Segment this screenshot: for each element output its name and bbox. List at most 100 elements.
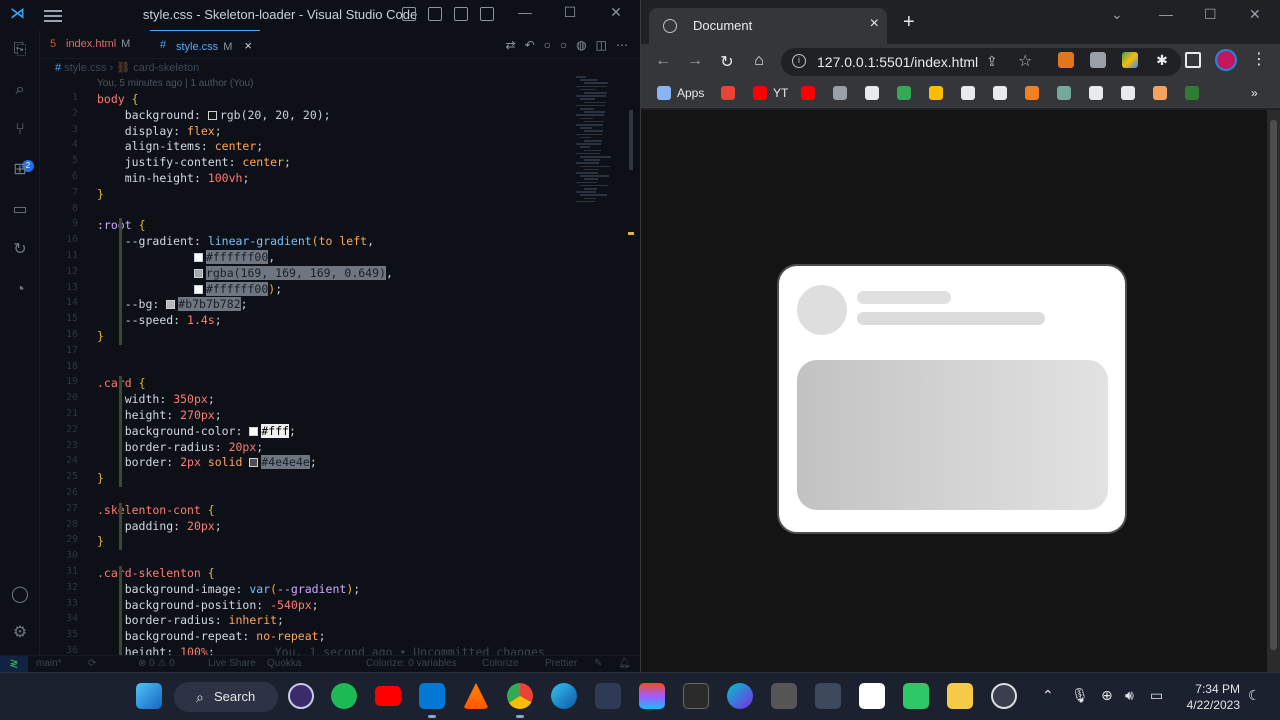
spotify-icon[interactable] — [331, 683, 357, 709]
bookmark-item[interactable] — [897, 86, 917, 100]
color-swatch-icon[interactable] — [193, 284, 203, 294]
sync-icon[interactable]: ⟳ — [88, 658, 96, 669]
open-preview-icon[interactable]: ◍ — [576, 38, 586, 52]
maximize-icon[interactable]: ☐ — [1204, 6, 1217, 23]
code-line[interactable]: justify-content: center; — [97, 155, 291, 169]
customize-layout-icon[interactable] — [480, 7, 494, 21]
split-editor-icon[interactable]: ◫ — [596, 38, 607, 52]
git-graph-icon[interactable]: ◔ — [10, 280, 30, 300]
chrome-icon[interactable] — [507, 683, 533, 709]
notification-moon-icon[interactable]: ☾ — [1248, 687, 1261, 704]
color-swatch-icon[interactable] — [249, 458, 259, 468]
tab-style-css[interactable]: # style.css M × — [150, 30, 260, 59]
remote-explorer-icon[interactable]: ▭ — [10, 200, 30, 220]
close-window-icon[interactable]: ✕ — [1249, 6, 1261, 23]
codelens-blame[interactable]: You, 5 minutes ago | 1 author (You) — [97, 78, 253, 89]
notion-icon[interactable] — [859, 683, 885, 709]
extensions-icon[interactable]: ⊞ — [10, 160, 30, 180]
code-line[interactable]: .skelenton-cont { — [97, 503, 215, 517]
forward-icon[interactable]: → — [685, 52, 705, 70]
breadcrumb-symbol[interactable]: card-skeleton — [133, 62, 199, 74]
file-explorer-icon[interactable] — [947, 683, 973, 709]
account-icon[interactable]: ◯ — [10, 585, 30, 605]
explorer-icon[interactable]: ⎘ — [10, 40, 30, 60]
bookmark-item[interactable] — [961, 86, 981, 100]
next-change-icon[interactable]: ○ — [560, 38, 567, 52]
tab-index-html[interactable]: 5 index.html M — [40, 30, 150, 59]
code-line[interactable]: align-items: center; — [97, 139, 264, 153]
share-icon[interactable]: ⇪ — [986, 53, 998, 70]
editor-scrollbar[interactable] — [628, 90, 634, 650]
maximize-icon[interactable]: ☐ — [560, 4, 580, 21]
code-line[interactable]: border-radius: inherit; — [97, 613, 284, 627]
modified-gutter-indicator[interactable] — [119, 218, 122, 345]
bookmark-item[interactable] — [1057, 86, 1077, 100]
code-line[interactable]: padding: 20px; — [97, 519, 222, 533]
bookmark-item[interactable] — [721, 86, 741, 100]
side-panel-icon[interactable] — [1185, 52, 1201, 68]
code-line[interactable]: rgba(169, 169, 169, 0.649), — [97, 265, 393, 280]
profile-avatar[interactable] — [1215, 49, 1237, 71]
page-scrollbar[interactable] — [1267, 110, 1280, 672]
bookmark-item[interactable] — [1121, 86, 1141, 100]
bookmark-item[interactable] — [1185, 86, 1205, 100]
extension-icon[interactable] — [1090, 52, 1106, 68]
colorize-status[interactable]: Colorize — [482, 658, 519, 669]
bookmark-item[interactable] — [1153, 86, 1173, 100]
close-window-icon[interactable]: ✕ — [606, 4, 626, 21]
vscode-taskbar-icon[interactable] — [419, 683, 445, 709]
show-hidden-icons[interactable]: ⌃ — [1042, 687, 1054, 704]
minimap[interactable] — [572, 76, 632, 206]
toggle-sidebar-icon[interactable] — [402, 7, 416, 21]
address-bar[interactable]: i 127.0.0.1:5501/index.html ⇪ ☆ — [781, 48, 1181, 76]
app-icon[interactable] — [771, 683, 797, 709]
close-tab-icon[interactable]: × — [870, 15, 879, 33]
code-line[interactable]: min-height: 100vh; — [97, 171, 250, 185]
url-text[interactable]: 127.0.0.1:5501/index.html — [817, 54, 978, 70]
code-line[interactable]: background-color: #fff; — [97, 423, 296, 438]
reload-icon[interactable]: ↻ — [717, 52, 737, 72]
color-swatch-icon[interactable] — [249, 426, 259, 436]
bookmark-item[interactable] — [833, 86, 853, 100]
live-share-status[interactable]: Live Share — [208, 658, 256, 669]
prettier-status[interactable]: Prettier — [545, 658, 577, 669]
volume-icon[interactable]: 🔊︎ — [1125, 687, 1134, 704]
settings-app-icon[interactable] — [991, 683, 1017, 709]
canva-icon[interactable] — [727, 683, 753, 709]
app-icon[interactable] — [903, 683, 929, 709]
drive-extension-icon[interactable] — [1122, 52, 1138, 68]
color-swatch-icon[interactable] — [166, 300, 176, 310]
code-line[interactable]: .card-skelenton { — [97, 566, 215, 580]
system-clock[interactable]: 7:34 PM 4/22/2023 — [1186, 681, 1240, 713]
code-line[interactable]: display: flex; — [97, 124, 222, 138]
code-editor[interactable]: 1 body {2 background: rgb(20, 20, 20); 3 d… — [40, 90, 610, 661]
bookmark-item[interactable] — [929, 86, 949, 100]
code-line[interactable]: } — [97, 471, 104, 485]
start-windows-icon[interactable] — [136, 683, 162, 709]
extensions-puzzle-icon[interactable]: ✱ — [1154, 52, 1170, 68]
youtube-icon[interactable] — [375, 686, 401, 706]
code-line[interactable]: background: rgb(20, 20, 20); — [97, 108, 331, 122]
battery-icon[interactable]: ▭ — [1150, 687, 1163, 704]
notifications-icon[interactable]: 🔔︎ — [618, 658, 631, 669]
modified-gutter-indicator[interactable] — [119, 376, 122, 487]
code-line[interactable]: background-repeat: no-repeat; — [97, 629, 326, 643]
breadcrumb-file[interactable]: style.css — [64, 62, 106, 74]
code-line[interactable]: height: 270px; — [97, 408, 222, 422]
search-icon[interactable]: ⌕ — [10, 80, 30, 100]
go-back-icon[interactable]: ↶ — [525, 38, 535, 52]
code-line[interactable]: #ffffff00); — [97, 281, 282, 296]
bookmark-item[interactable] — [801, 86, 821, 100]
settings-gear-icon[interactable]: ⚙ — [10, 623, 30, 643]
modified-gutter-indicator[interactable] — [119, 566, 122, 661]
code-line[interactable]: --gradient: linear-gradient(to left, — [97, 234, 374, 248]
color-swatch-icon[interactable] — [193, 253, 203, 262]
terminal-icon[interactable] — [683, 683, 709, 709]
git-branch[interactable]: main* — [36, 658, 62, 669]
microphone-icon[interactable]: 🎙︎ — [1071, 687, 1089, 704]
bookmark-item[interactable] — [865, 86, 885, 100]
figma-icon[interactable] — [639, 683, 665, 709]
code-line[interactable]: width: 350px; — [97, 392, 215, 406]
media-player-icon[interactable] — [288, 683, 314, 709]
toggle-secondary-sidebar-icon[interactable] — [454, 7, 468, 21]
